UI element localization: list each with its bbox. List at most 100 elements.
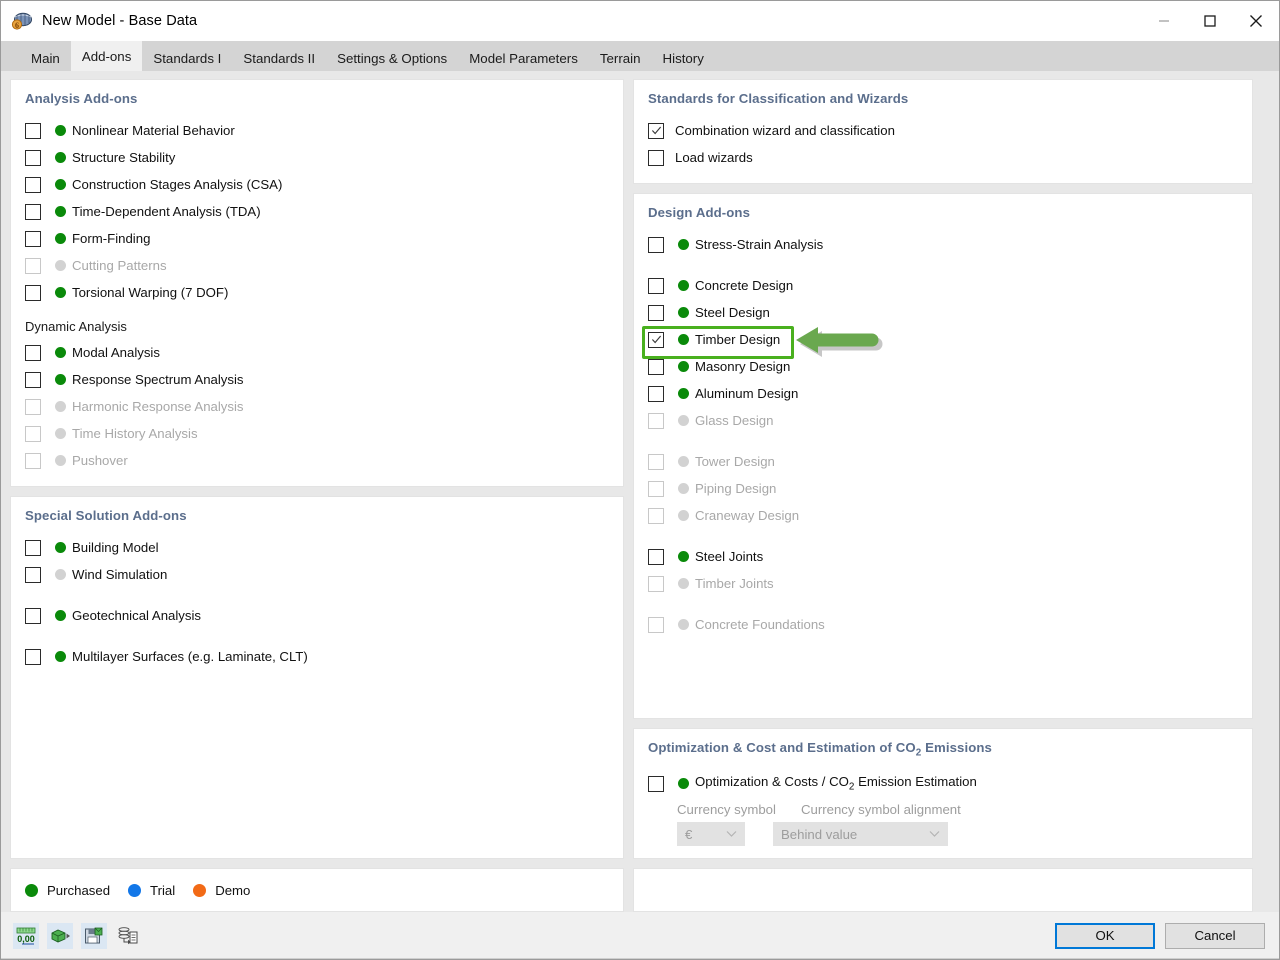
- checkbox-time-dependent-analysis[interactable]: [25, 204, 41, 220]
- dialog-footer: 0,00: [1, 912, 1279, 959]
- checkbox-wind-simulation[interactable]: [25, 567, 41, 583]
- minimize-button[interactable]: [1141, 1, 1187, 41]
- special-solution-addons-title: Special Solution Add-ons: [25, 508, 609, 523]
- close-button[interactable]: [1233, 1, 1279, 41]
- addon-row-tower-design: Tower Design: [648, 448, 1238, 475]
- checkbox-concrete-design[interactable]: [648, 278, 664, 294]
- status-dot-green: [55, 287, 66, 298]
- checkbox-craneway-design: [648, 508, 664, 524]
- tab-standards-i[interactable]: Standards I: [142, 45, 232, 71]
- checkbox-building-model[interactable]: [25, 540, 41, 556]
- addon-row-stress-strain-analysis[interactable]: Stress-Strain Analysis: [648, 231, 1238, 258]
- dialog-action-buttons: OK Cancel: [1055, 923, 1265, 949]
- add-ons-content: Analysis Add-ons Nonlinear Material Beha…: [1, 71, 1279, 912]
- checkbox-time-history-analysis: [25, 426, 41, 442]
- cancel-button[interactable]: Cancel: [1165, 923, 1265, 949]
- status-dot-green: [55, 651, 66, 662]
- export-model-icon[interactable]: [47, 923, 73, 949]
- addon-row-structure-stability[interactable]: Structure Stability: [25, 144, 609, 171]
- addon-row-building-model[interactable]: Building Model: [25, 534, 609, 561]
- status-dot-green: [55, 233, 66, 244]
- tab-settings-options[interactable]: Settings & Options: [326, 45, 458, 71]
- save-defaults-icon[interactable]: [81, 923, 107, 949]
- checkbox-masonry-design[interactable]: [648, 359, 664, 375]
- status-dot-gray: [55, 569, 66, 580]
- addon-row-combination-wizard[interactable]: Combination wizard and classification: [648, 117, 1238, 144]
- addon-row-geotechnical-analysis[interactable]: Geotechnical Analysis: [25, 602, 609, 629]
- currency-alignment-select[interactable]: Behind value: [773, 822, 948, 846]
- checkbox-nonlinear-material-behavior[interactable]: [25, 123, 41, 139]
- addon-row-optimization-costs-co2[interactable]: Optimization & Costs / CO2 Emission Esti…: [648, 770, 1238, 797]
- checkbox-optimization-costs-co2[interactable]: [648, 776, 664, 792]
- addon-row-glass-design: Glass Design: [648, 407, 1238, 434]
- addon-label: Nonlinear Material Behavior: [72, 123, 235, 138]
- addon-label: Piping Design: [695, 481, 776, 496]
- checkbox-load-wizards[interactable]: [648, 150, 664, 166]
- status-dot-green: [678, 239, 689, 250]
- checkbox-structure-stability[interactable]: [25, 150, 41, 166]
- addon-row-form-finding[interactable]: Form-Finding: [25, 225, 609, 252]
- new-model-base-data-dialog: 6 New Model - Base Data Main Add-ons Sta…: [0, 0, 1280, 960]
- checkbox-timber-design[interactable]: [648, 332, 664, 348]
- addon-row-modal-analysis[interactable]: Modal Analysis: [25, 339, 609, 366]
- checkbox-multilayer-surfaces[interactable]: [25, 649, 41, 665]
- checkbox-geotechnical-analysis[interactable]: [25, 608, 41, 624]
- addon-row-concrete-design[interactable]: Concrete Design: [648, 272, 1238, 299]
- addon-row-steel-design[interactable]: Steel Design: [648, 299, 1238, 326]
- addon-row-wind-simulation[interactable]: Wind Simulation: [25, 561, 609, 588]
- checkbox-steel-design[interactable]: [648, 305, 664, 321]
- addon-row-load-wizards[interactable]: Load wizards: [648, 144, 1238, 171]
- addon-label: Steel Joints: [695, 549, 763, 564]
- status-dot-green: [55, 152, 66, 163]
- optimization-cost-panel: Optimization & Cost and Estimation of CO…: [633, 728, 1253, 859]
- addon-label: Torsional Warping (7 DOF): [72, 285, 228, 300]
- checkbox-torsional-warping[interactable]: [25, 285, 41, 301]
- checkbox-response-spectrum-analysis[interactable]: [25, 372, 41, 388]
- addon-row-torsional-warping[interactable]: Torsional Warping (7 DOF): [25, 279, 609, 306]
- addon-row-multilayer-surfaces[interactable]: Multilayer Surfaces (e.g. Laminate, CLT): [25, 643, 609, 670]
- addon-row-timber-design[interactable]: Timber Design: [648, 326, 1238, 353]
- addon-label: Building Model: [72, 540, 159, 555]
- addon-row-response-spectrum-analysis[interactable]: Response Spectrum Analysis: [25, 366, 609, 393]
- maximize-button[interactable]: [1187, 1, 1233, 41]
- tab-add-ons[interactable]: Add-ons: [71, 41, 143, 71]
- checkbox-steel-joints[interactable]: [648, 549, 664, 565]
- addon-row-steel-joints[interactable]: Steel Joints: [648, 543, 1238, 570]
- status-dot-gray: [55, 401, 66, 412]
- checkbox-aluminum-design[interactable]: [648, 386, 664, 402]
- legend-label: Purchased: [47, 883, 110, 898]
- addon-row-aluminum-design[interactable]: Aluminum Design: [648, 380, 1238, 407]
- analysis-addons-panel: Analysis Add-ons Nonlinear Material Beha…: [10, 79, 624, 487]
- addon-row-masonry-design[interactable]: Masonry Design: [648, 353, 1238, 380]
- checkbox-form-finding[interactable]: [25, 231, 41, 247]
- right-footer-placeholder-panel: [633, 868, 1253, 912]
- tab-history[interactable]: History: [652, 45, 715, 71]
- tab-standards-ii[interactable]: Standards II: [232, 45, 326, 71]
- addon-row-piping-design: Piping Design: [648, 475, 1238, 502]
- addon-label: Timber Joints: [695, 576, 774, 591]
- footer-toolbar: 0,00: [13, 923, 141, 949]
- addon-label: Stress-Strain Analysis: [695, 237, 823, 252]
- checkbox-stress-strain-analysis[interactable]: [648, 237, 664, 253]
- units-decimal-places-icon[interactable]: 0,00: [13, 923, 39, 949]
- tab-model-parameters[interactable]: Model Parameters: [458, 45, 589, 71]
- checkbox-construction-stages-analysis[interactable]: [25, 177, 41, 193]
- special-solution-addons-panel: Special Solution Add-ons Building Model …: [10, 496, 624, 859]
- tab-terrain[interactable]: Terrain: [589, 45, 652, 71]
- currency-symbol-select[interactable]: €: [677, 822, 745, 846]
- addon-row-construction-stages-analysis[interactable]: Construction Stages Analysis (CSA): [25, 171, 609, 198]
- import-template-icon[interactable]: [115, 923, 141, 949]
- addon-row-time-dependent-analysis[interactable]: Time-Dependent Analysis (TDA): [25, 198, 609, 225]
- addon-label: Load wizards: [675, 150, 753, 165]
- addon-label: Time History Analysis: [72, 426, 198, 441]
- status-dot-green: [678, 280, 689, 291]
- status-dot-gray: [678, 456, 689, 467]
- tab-main[interactable]: Main: [20, 45, 71, 71]
- status-dot-green: [678, 388, 689, 399]
- checkbox-combination-wizard[interactable]: [648, 123, 664, 139]
- checkbox-modal-analysis[interactable]: [25, 345, 41, 361]
- ok-button[interactable]: OK: [1055, 923, 1155, 949]
- tab-bar: Main Add-ons Standards I Standards II Se…: [1, 41, 1279, 71]
- addon-row-nonlinear-material-behavior[interactable]: Nonlinear Material Behavior: [25, 117, 609, 144]
- checkbox-piping-design: [648, 481, 664, 497]
